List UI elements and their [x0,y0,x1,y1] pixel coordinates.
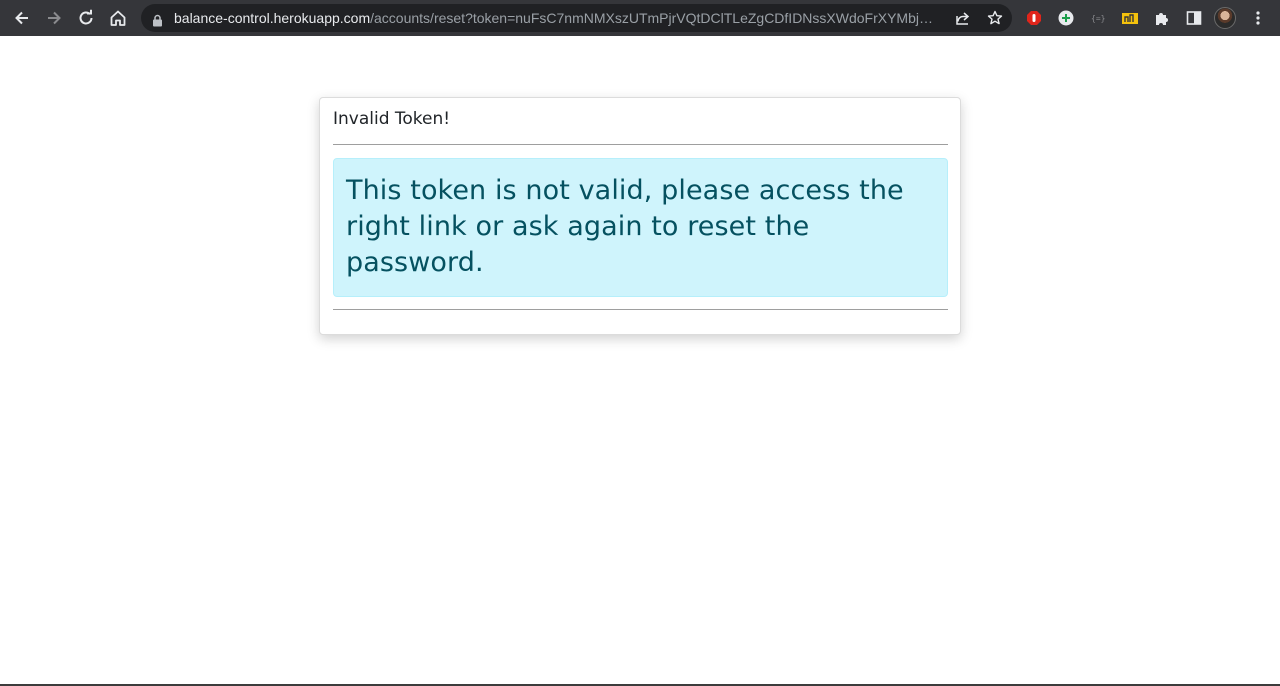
info-alert: This token is not valid, please access t… [333,158,948,297]
star-icon [987,10,1003,25]
divider-top [333,144,948,145]
url-text[interactable]: balance-control.herokuapp.com/accounts/r… [174,4,942,32]
home-button[interactable] [104,4,132,32]
profile-avatar[interactable] [1214,7,1236,29]
home-icon [110,10,126,26]
divider-bottom [333,309,948,310]
reload-icon [79,9,93,25]
reload-button[interactable] [72,4,100,32]
puzzle-icon[interactable] [1148,4,1176,32]
forward-button[interactable] [40,4,68,32]
side-panel-icon[interactable] [1180,4,1208,32]
lock-icon[interactable] [152,12,163,31]
alert-message: This token is not valid, please access t… [346,175,904,278]
share-button[interactable] [949,4,977,32]
arrow-left-icon [15,11,28,25]
browser-toolbar: balance-control.herokuapp.com/accounts/r… [0,0,1280,36]
address-bar[interactable]: balance-control.herokuapp.com/accounts/r… [141,4,1012,32]
svg-text:{=}: {=} [1091,14,1105,23]
back-button[interactable] [8,4,36,32]
kebab-menu-icon[interactable] [1244,4,1272,32]
adblock-extension-icon[interactable] [1020,4,1048,32]
json-extension-icon[interactable]: {=} [1084,4,1112,32]
folder-extension-icon[interactable] [1116,4,1144,32]
invalid-token-card: Invalid Token! This token is not valid, … [319,97,961,335]
bookmark-button[interactable] [981,4,1009,32]
add-extension-icon[interactable] [1052,4,1080,32]
url-path: /accounts/reset?token=nuFsC7nmNMXszUTmPj… [370,10,942,26]
arrow-right-icon [48,11,61,25]
card-title: Invalid Token! [333,109,451,129]
url-host: balance-control.herokuapp.com [174,10,371,26]
share-icon [956,12,970,25]
